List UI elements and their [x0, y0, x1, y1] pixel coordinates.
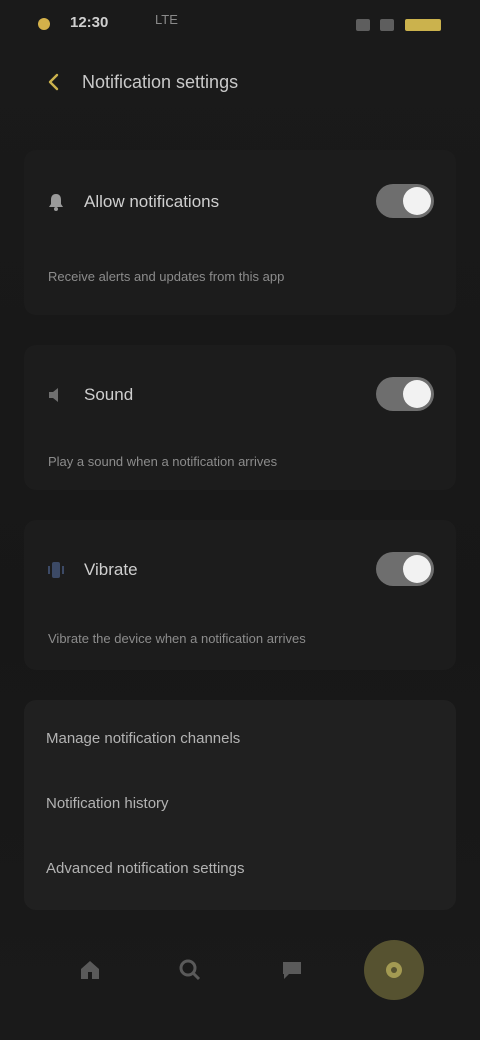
setting-title: Sound [84, 385, 134, 404]
link-notification-history[interactable]: Notification history [46, 795, 169, 812]
status-time: 12:30 [70, 14, 109, 31]
battery-icon [404, 18, 441, 31]
wifi-icon [380, 18, 395, 31]
setting-description: Receive alerts and updates from this app [48, 269, 285, 284]
notifications-toggle[interactable] [376, 184, 434, 218]
settings-link-list: Manage notification channels Notificatio… [24, 700, 456, 910]
toggle-knob [403, 187, 431, 215]
nav-chat-button[interactable] [262, 940, 322, 1000]
settings-icon [386, 962, 402, 978]
bottom-navigation [24, 928, 456, 1012]
nav-settings-button[interactable] [364, 940, 424, 1000]
status-icons [350, 16, 446, 32]
sound-icon [49, 388, 58, 402]
nav-search-button[interactable] [160, 940, 220, 1000]
setting-card-vibrate: Vibrate Vibrate the device when a notifi… [24, 520, 456, 670]
setting-card-sound: Sound Play a sound when a notification a… [24, 345, 456, 490]
setting-description: Play a sound when a notification arrives [48, 454, 278, 469]
status-bar: 12:30 LTE [0, 0, 480, 48]
bell-icon [49, 194, 63, 211]
setting-description: Vibrate the device when a notification a… [48, 631, 306, 646]
setting-title: Allow notifications [84, 192, 220, 211]
home-icon [81, 961, 99, 979]
link-manage-channels[interactable]: Manage notification channels [46, 730, 240, 747]
signal-icon [356, 18, 370, 31]
page-title: Notification settings [82, 72, 239, 92]
link-advanced-settings[interactable]: Advanced notification settings [46, 860, 244, 877]
notification-dot-icon [38, 18, 50, 30]
sound-toggle[interactable] [376, 377, 434, 411]
app-screen: 12:30 LTE Notification settings Allow no… [0, 0, 480, 1040]
toggle-knob [403, 380, 431, 408]
chat-icon [283, 962, 301, 979]
setting-card-notifications: Allow notifications Receive alerts and u… [24, 150, 456, 315]
toggle-knob [403, 555, 431, 583]
search-icon [179, 959, 201, 981]
back-arrow-icon[interactable] [44, 72, 64, 92]
top-app-bar: Notification settings [0, 56, 480, 112]
status-carrier: LTE [155, 12, 178, 27]
vibrate-toggle[interactable] [376, 552, 434, 586]
setting-title: Vibrate [84, 560, 138, 579]
nav-home-button[interactable] [60, 940, 120, 1000]
vibration-icon [48, 562, 64, 578]
